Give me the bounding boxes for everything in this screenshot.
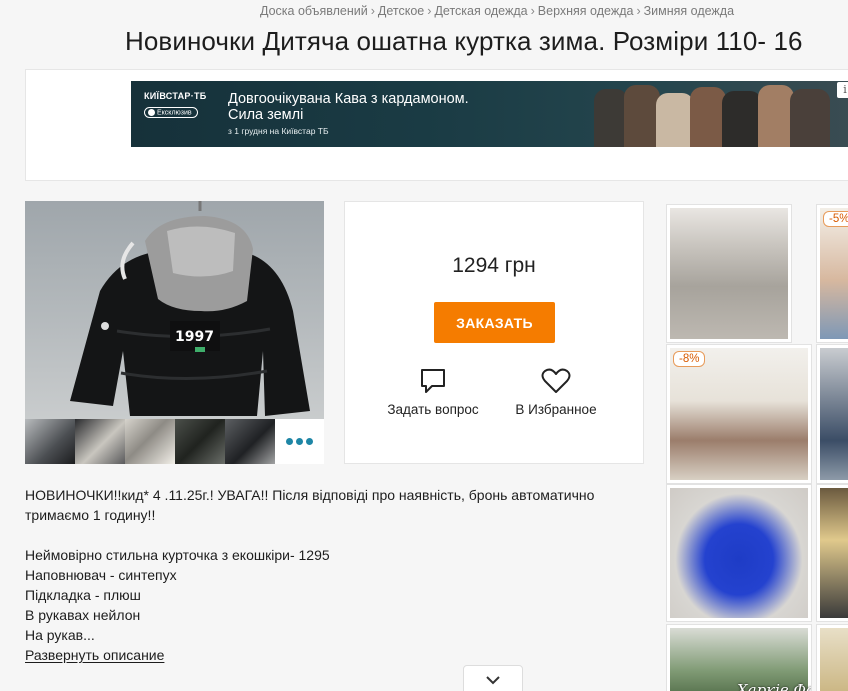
thumbnail[interactable] — [125, 419, 175, 464]
breadcrumb-item-outerwear[interactable]: Верхняя одежда — [538, 4, 634, 18]
heart-icon — [541, 368, 571, 393]
ad-cast-photo — [586, 81, 846, 147]
side-ad-image — [670, 208, 788, 339]
breadcrumb-separator: › — [636, 4, 641, 18]
kyivstar-logo: КИЇВСТАР·ТБ Ексклюзив — [144, 91, 208, 131]
discount-badge: -5% — [823, 211, 848, 227]
side-ad-card[interactable] — [816, 624, 848, 691]
side-ad-card[interactable] — [666, 204, 792, 343]
ad-brand: КИЇВСТАР·ТБ — [144, 91, 207, 101]
order-button[interactable]: ЗАКАЗАТЬ — [434, 302, 555, 343]
ad-brand-badge-label: Ексклюзив — [157, 109, 192, 116]
add-to-favorites-label: В Избранное — [515, 402, 597, 417]
thumbnail[interactable] — [175, 419, 225, 464]
ad-headline-line2: Сила землі — [228, 107, 304, 123]
side-ad-card[interactable]: -5% — [816, 204, 848, 343]
ad-subline: з 1 грудня на Київстар ТБ — [228, 126, 329, 136]
product-main-photo[interactable]: 1997 — [25, 201, 324, 419]
description-line: Неймовірно стильна курточка з екошкіри- … — [25, 547, 330, 563]
breadcrumb: Доска объявлений › Детское › Детская одежда ›… — [260, 4, 734, 18]
breadcrumb-separator: › — [530, 4, 535, 18]
price: 1294 грн — [452, 254, 536, 277]
breadcrumb-separator: › — [427, 4, 432, 18]
add-to-favorites-button[interactable]: В Избранное — [491, 368, 621, 417]
side-ad-card[interactable] — [816, 344, 848, 484]
side-ad-card[interactable]: Харків Форум — [666, 624, 812, 691]
ask-question-label: Задать вопрос — [387, 402, 479, 417]
side-ad-image — [670, 348, 808, 480]
product-description: НОВИНОЧКИ!!кид* 4 .11.25г.! УВАГА!! Післ… — [25, 485, 625, 665]
ask-question-button[interactable]: Задать вопрос — [368, 368, 498, 417]
chat-bubble-icon — [421, 369, 445, 393]
side-ad-image — [820, 348, 848, 480]
expand-description-link[interactable]: Развернуть описание — [25, 647, 164, 663]
thumbnail[interactable] — [75, 419, 125, 464]
thumbnail[interactable] — [25, 419, 75, 464]
description-paragraph: НОВИНОЧКИ!!кид* 4 .11.25г.! УВАГА!! Післ… — [25, 487, 595, 523]
breadcrumb-item-winter-clothing[interactable]: Зимняя одежда — [644, 4, 734, 18]
scroll-down-button[interactable] — [463, 665, 523, 691]
page-title: Новиночки Дитяча ошатна куртка зима. Роз… — [125, 26, 803, 56]
side-ad-card[interactable]: -8% — [666, 344, 812, 484]
breadcrumb-item-kids-clothing[interactable]: Детская одежда — [434, 4, 527, 18]
side-ad-image — [820, 208, 848, 339]
description-line: На рукав... — [25, 627, 95, 643]
ad-text: Довгоочікувана Кава з кардамоном. Сила з… — [228, 91, 469, 136]
ad-brand-badge: Ексклюзив — [144, 106, 198, 118]
breadcrumb-item-kids[interactable]: Детское — [378, 4, 424, 18]
description-line: Підкладка - плюш — [25, 587, 141, 603]
description-line: В рукавах нейлон — [25, 607, 141, 623]
info-icon[interactable]: i — [837, 82, 848, 98]
ad-headline-line1: Довгоочікувана Кава з кардамоном. — [228, 91, 469, 107]
jacket-print: 1997 — [175, 329, 214, 345]
side-ad-card[interactable] — [666, 484, 812, 622]
side-ad-image — [820, 488, 848, 618]
description-line: Наповнювач - синтепух — [25, 567, 177, 583]
chevron-down-icon — [486, 676, 500, 685]
watermark: Харків Форум — [737, 681, 811, 691]
jacket-image: 1997 — [70, 201, 310, 416]
side-ad-image — [670, 488, 808, 618]
product-thumbnails — [25, 419, 324, 464]
side-ad-card[interactable] — [816, 484, 848, 622]
play-icon — [148, 108, 155, 116]
thumbnail[interactable] — [225, 419, 275, 464]
side-ad-image — [820, 628, 848, 691]
more-dots-icon[interactable] — [275, 419, 324, 464]
breadcrumb-item-board[interactable]: Доска объявлений — [260, 4, 368, 18]
buy-box: 1294 грн ЗАКАЗАТЬ Задать вопрос В Избран… — [344, 201, 644, 464]
ad-container: КИЇВСТАР·ТБ Ексклюзив Довгоочікувана Кав… — [25, 69, 848, 181]
ad-banner[interactable]: КИЇВСТАР·ТБ Ексклюзив Довгоочікувана Кав… — [131, 81, 848, 147]
breadcrumb-separator: › — [370, 4, 375, 18]
discount-badge: -8% — [673, 351, 706, 367]
